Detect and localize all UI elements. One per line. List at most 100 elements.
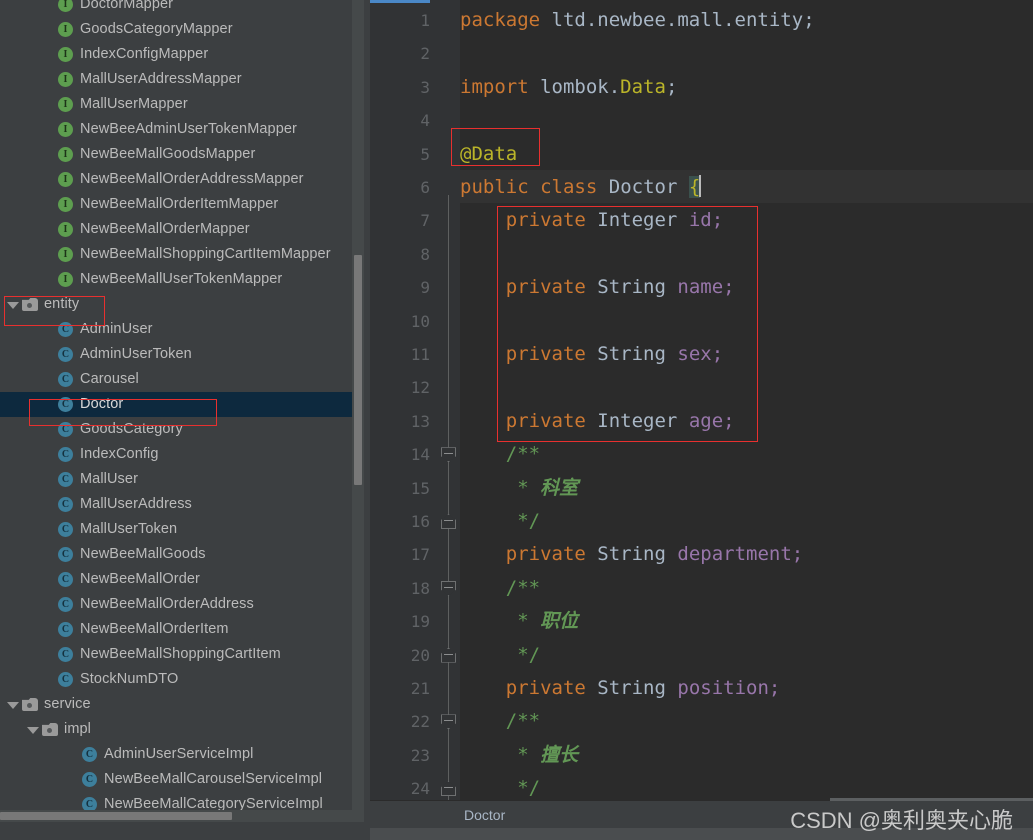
code-line-field-position[interactable]: private String position; xyxy=(460,672,781,705)
tree-item-doctormapper[interactable]: I DoctorMapper xyxy=(0,0,352,17)
tree-item-label: AdminUser xyxy=(80,321,153,337)
tree-item-label: NewBeeAdminUserTokenMapper xyxy=(80,121,297,137)
line-number: 17 xyxy=(410,545,430,565)
tree-item-adminuser[interactable]: C AdminUser xyxy=(0,317,352,342)
active-tab-underline xyxy=(370,0,430,3)
breadcrumb[interactable]: Doctor xyxy=(464,801,505,829)
code-line-package[interactable]: package ltd.newbee.mall.entity; xyxy=(460,4,815,37)
tree-item-malluser[interactable]: C MallUser xyxy=(0,467,352,492)
tree-item-service[interactable]: service xyxy=(0,692,352,717)
code-line-javadoc-text-3[interactable]: * 擅长 xyxy=(460,739,578,772)
chevron-down-icon[interactable] xyxy=(26,723,39,736)
fold-toggle-up-icon[interactable] xyxy=(441,514,456,529)
code-line-javadoc-close-2[interactable]: */ xyxy=(460,639,540,672)
fold-toggle-down-icon[interactable] xyxy=(441,714,456,729)
line-number: 2 xyxy=(420,44,430,64)
code-line-field-sex[interactable]: private String sex; xyxy=(460,338,723,371)
tree-item-newbeemallorderaddressmapper[interactable]: I NewBeeMallOrderAddressMapper xyxy=(0,167,352,192)
tree-item-label: MallUserMapper xyxy=(80,96,188,112)
editor-horizontal-scrollbar[interactable] xyxy=(830,798,1033,801)
code-text-area[interactable]: package ltd.newbee.mall.entity; import lo… xyxy=(460,0,1033,800)
tree-item-adminuserserviceimpl[interactable]: C AdminUserServiceImpl xyxy=(0,742,352,767)
interface-icon: I xyxy=(58,47,73,62)
line-number: 8 xyxy=(420,244,430,264)
tree-item-doctor[interactable]: C Doctor xyxy=(0,392,352,417)
code-line-javadoc-text-2[interactable]: * 职位 xyxy=(460,605,578,638)
line-number: 11 xyxy=(410,345,430,364)
ide-window: I DoctorMapper I GoodsCategoryMapper I IndexC… xyxy=(0,0,1033,840)
code-line-field-age[interactable]: private Integer age; xyxy=(460,405,735,438)
tree-item-newbeemallusertokenmapper[interactable]: I NewBeeMallUserTokenMapper xyxy=(0,267,352,292)
tree-item-newbeemallshoppingcartitem[interactable]: C NewBeeMallShoppingCartItem xyxy=(0,642,352,667)
chevron-down-icon[interactable] xyxy=(6,698,19,711)
tree-item-indexconfig[interactable]: C IndexConfig xyxy=(0,442,352,467)
tree-item-label: NewBeeMallOrderMapper xyxy=(80,221,250,237)
tree-item-label: Carousel xyxy=(80,371,139,387)
class-icon: C xyxy=(58,347,73,362)
tree-horizontal-scrollbar-thumb[interactable] xyxy=(0,812,232,820)
tree-item-label: NewBeeMallOrderItemMapper xyxy=(80,196,279,212)
tree-item-newbeemallshoppingcartitemmapper[interactable]: I NewBeeMallShoppingCartItemMapper xyxy=(0,242,352,267)
code-line-import[interactable]: import lombok.Data; xyxy=(460,71,677,104)
code-editor-pane[interactable]: 1 2 3 4 5 6 7 8 9 10 11 12 13 14 15 16 17 18 19 20 21 22 23 24 … xyxy=(370,0,1033,840)
tree-item-newbeemallorder[interactable]: C NewBeeMallOrder xyxy=(0,567,352,592)
line-number: 5 xyxy=(420,144,430,164)
code-folding-strip[interactable] xyxy=(438,0,460,800)
code-line-field-id[interactable]: private Integer id; xyxy=(460,204,723,237)
fold-scope-line xyxy=(448,195,449,800)
tree-item-carousel[interactable]: C Carousel xyxy=(0,367,352,392)
tree-item-goodscategory[interactable]: C GoodsCategory xyxy=(0,417,352,442)
line-number: 10 xyxy=(410,311,430,331)
tree-item-newbeemallordermapper[interactable]: I NewBeeMallOrderMapper xyxy=(0,217,352,242)
tree-item-newbeemallorderitemmapper[interactable]: I NewBeeMallOrderItemMapper xyxy=(0,192,352,217)
class-icon: C xyxy=(58,572,73,587)
fold-toggle-down-icon[interactable] xyxy=(441,447,456,462)
project-tree-panel[interactable]: I DoctorMapper I GoodsCategoryMapper I IndexC… xyxy=(0,0,370,840)
tree-item-entity[interactable]: entity xyxy=(0,292,352,317)
code-line-javadoc-open-1[interactable]: /** xyxy=(460,438,540,471)
tree-vertical-scrollbar-thumb[interactable] xyxy=(354,255,362,485)
class-icon: C xyxy=(58,472,73,487)
interface-icon: I xyxy=(58,272,73,287)
code-line-javadoc-close-1[interactable]: */ xyxy=(460,505,540,538)
tree-item-stocknumdto[interactable]: C StockNumDTO xyxy=(0,667,352,692)
code-line-field-name[interactable]: private String name; xyxy=(460,271,735,304)
tree-item-malluseraddress[interactable]: C MallUserAddress xyxy=(0,492,352,517)
fold-toggle-up-icon[interactable] xyxy=(441,781,456,796)
tree-item-mallusertoken[interactable]: C MallUserToken xyxy=(0,517,352,542)
interface-icon: I xyxy=(58,97,73,112)
fold-toggle-down-icon[interactable] xyxy=(441,581,456,596)
chevron-down-icon[interactable] xyxy=(6,298,19,311)
tree-item-mallusermapper[interactable]: I MallUserMapper xyxy=(0,92,352,117)
code-line-annotation[interactable]: @Data xyxy=(460,138,517,171)
tree-item-newbeemallorderitem[interactable]: C NewBeeMallOrderItem xyxy=(0,617,352,642)
tree-item-adminusertoken[interactable]: C AdminUserToken xyxy=(0,342,352,367)
interface-icon: I xyxy=(58,72,73,87)
code-line-field-department[interactable]: private String department; xyxy=(460,538,803,571)
tree-item-label: IndexConfigMapper xyxy=(80,46,209,62)
fold-toggle-up-icon[interactable] xyxy=(441,648,456,663)
tree-item-label: NewBeeMallShoppingCartItem xyxy=(80,646,281,662)
tree-item-label: entity xyxy=(44,296,80,312)
tree-item-goodscategorymapper[interactable]: I GoodsCategoryMapper xyxy=(0,17,352,42)
tree-item-newbeeadminusertokenmapper[interactable]: I NewBeeAdminUserTokenMapper xyxy=(0,117,352,142)
tree-item-malluseraddressmapper[interactable]: I MallUserAddressMapper xyxy=(0,67,352,92)
code-line-javadoc-open-2[interactable]: /** xyxy=(460,572,540,605)
line-number: 6 xyxy=(420,178,430,197)
tree-item-newbeemallorderaddress[interactable]: C NewBeeMallOrderAddress xyxy=(0,592,352,617)
tree-item-newbeemallgoods[interactable]: C NewBeeMallGoods xyxy=(0,542,352,567)
class-icon: C xyxy=(58,397,73,412)
tree-item-newbeemallgoodsmapper[interactable]: I NewBeeMallGoodsMapper xyxy=(0,142,352,167)
code-line-javadoc-text-1[interactable]: * 科室 xyxy=(460,472,578,505)
tree-item-impl[interactable]: impl xyxy=(0,717,352,742)
tree-item-newbeemallcarouselserviceimpl[interactable]: C NewBeeMallCarouselServiceImpl xyxy=(0,767,352,792)
class-icon: C xyxy=(58,497,73,512)
code-line-javadoc-open-3[interactable]: /** xyxy=(460,705,540,738)
class-icon: C xyxy=(58,322,73,337)
line-number: 21 xyxy=(410,679,430,698)
code-line-class-decl[interactable]: public class Doctor { xyxy=(460,171,702,204)
tree-item-indexconfigmapper[interactable]: I IndexConfigMapper xyxy=(0,42,352,67)
code-line-javadoc-close-3[interactable]: */ xyxy=(460,772,540,800)
line-number-gutter[interactable]: 1 2 3 4 5 6 7 8 9 10 11 12 13 14 15 16 17 18 19 20 21 22 23 24 xyxy=(370,0,438,800)
tree-item-label: DoctorMapper xyxy=(80,0,174,12)
